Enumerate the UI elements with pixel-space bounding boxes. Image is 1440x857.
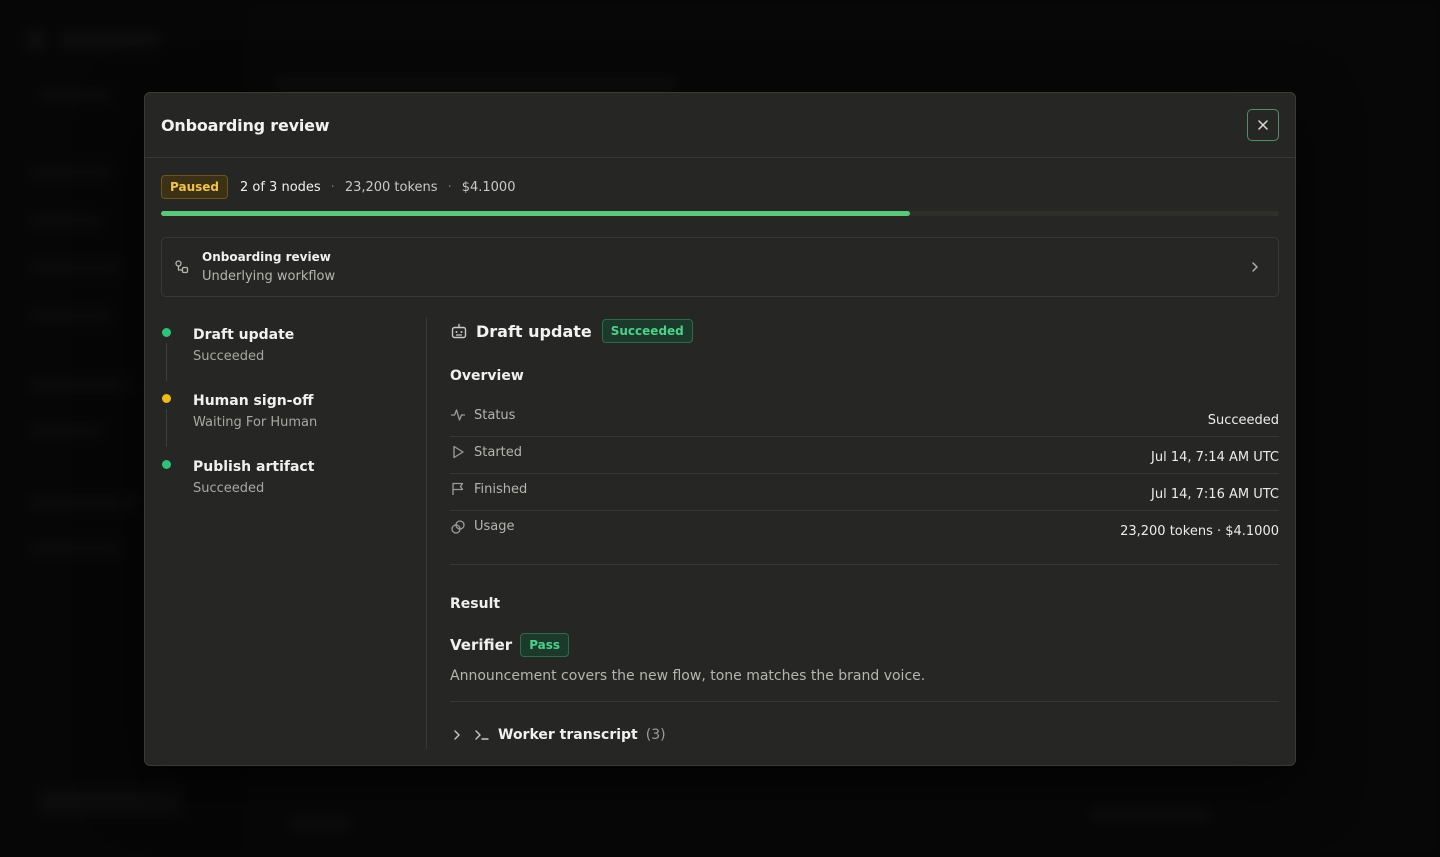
run-detail-modal: Onboarding review Paused 2 of 3 nodes · … bbox=[144, 92, 1296, 766]
step-status: Waiting For Human bbox=[193, 415, 318, 430]
status-badge: Succeeded bbox=[601, 319, 693, 343]
modal-title: Onboarding review bbox=[161, 115, 330, 135]
overview-value: Succeeded bbox=[1207, 412, 1279, 428]
verifier-row: Verifier Pass bbox=[450, 633, 570, 657]
panel-divider bbox=[426, 317, 427, 749]
step-status: Succeeded bbox=[193, 481, 265, 496]
step-status: Succeeded bbox=[193, 349, 265, 364]
step-name: Draft update bbox=[193, 327, 295, 343]
node-timeline: Draft update Succeeded Human sign-off Wa… bbox=[161, 317, 411, 515]
progress-bar bbox=[161, 211, 1279, 216]
modal-header: Onboarding review bbox=[145, 93, 1295, 158]
verifier-label: Verifier bbox=[450, 636, 513, 654]
overview-value: Jul 14, 7:16 AM UTC bbox=[1151, 486, 1279, 502]
section-divider bbox=[450, 564, 1279, 565]
overview-value: 23,200 tokens · $4.1000 bbox=[1120, 524, 1279, 539]
step-status-dot bbox=[162, 394, 171, 403]
timeline-step[interactable]: Human sign-off Waiting For Human bbox=[161, 383, 411, 449]
result-text: Announcement covers the new flow, tone m… bbox=[450, 668, 926, 684]
transcript-count: (3) bbox=[645, 727, 666, 743]
step-status-dot bbox=[162, 460, 171, 469]
verifier-badge: Pass bbox=[520, 633, 570, 657]
overview-label: Started bbox=[474, 444, 523, 460]
step-name: Publish artifact bbox=[193, 459, 315, 475]
overview-row: Finished Jul 14, 7:16 AM UTC bbox=[450, 474, 1279, 511]
workflow-icon bbox=[175, 260, 189, 274]
overview-title: Overview bbox=[450, 368, 524, 384]
step-connector bbox=[166, 409, 167, 447]
overview-row: Status Succeeded bbox=[450, 400, 1279, 437]
overview-label: Usage bbox=[474, 519, 515, 534]
step-status-dot bbox=[162, 328, 171, 337]
close-button[interactable] bbox=[1247, 109, 1279, 141]
progress-fill bbox=[161, 211, 911, 216]
workflow-subtitle: Underlying workflow bbox=[202, 269, 336, 284]
activity-icon bbox=[450, 409, 466, 421]
separator: · bbox=[447, 179, 452, 195]
token-count: 23,200 tokens bbox=[344, 179, 438, 195]
detail-header: Draft update Succeeded bbox=[450, 317, 1279, 345]
workflow-title: Onboarding review bbox=[202, 250, 331, 264]
coins-icon bbox=[451, 519, 465, 534]
chevron-right-icon bbox=[1252, 262, 1258, 272]
overview-value: Jul 14, 7:14 AM UTC bbox=[1151, 449, 1279, 465]
terminal-icon bbox=[475, 730, 489, 740]
node-detail-panel: Draft update Succeeded Overview Status S… bbox=[450, 317, 1279, 743]
overview-label: Status bbox=[474, 407, 516, 423]
overview-row: Started Jul 14, 7:14 AM UTC bbox=[450, 437, 1279, 474]
run-summary: Paused 2 of 3 nodes · 23,200 tokens · $4… bbox=[161, 174, 515, 200]
result-title: Result bbox=[450, 596, 501, 612]
run-cost: $4.1000 bbox=[461, 179, 516, 195]
node-count: 2 of 3 nodes bbox=[239, 179, 321, 195]
play-icon bbox=[453, 445, 464, 459]
status-badge: Paused bbox=[161, 175, 228, 199]
worker-transcript-toggle[interactable]: Worker transcript (3) bbox=[450, 727, 666, 743]
step-name: Human sign-off bbox=[193, 393, 314, 409]
timeline-step[interactable]: Publish artifact Succeeded bbox=[161, 449, 411, 515]
overview-label: Finished bbox=[474, 481, 528, 497]
chevron-right-icon bbox=[454, 730, 460, 740]
step-connector bbox=[166, 343, 167, 381]
overview-row: Usage 23,200 tokens · $4.1000 bbox=[450, 511, 1279, 548]
detail-title: Draft update bbox=[476, 321, 592, 341]
close-icon bbox=[1258, 120, 1268, 130]
workflow-link-card[interactable]: Onboarding review Underlying workflow bbox=[161, 237, 1279, 297]
flag-icon bbox=[452, 482, 464, 495]
separator: · bbox=[330, 179, 335, 195]
timeline-step[interactable]: Draft update Succeeded bbox=[161, 317, 411, 383]
bot-icon bbox=[451, 323, 467, 339]
overview-table: Status Succeeded Started Jul 14, 7:14 AM… bbox=[450, 400, 1279, 548]
section-divider bbox=[450, 701, 1279, 702]
transcript-label: Worker transcript bbox=[498, 727, 638, 743]
